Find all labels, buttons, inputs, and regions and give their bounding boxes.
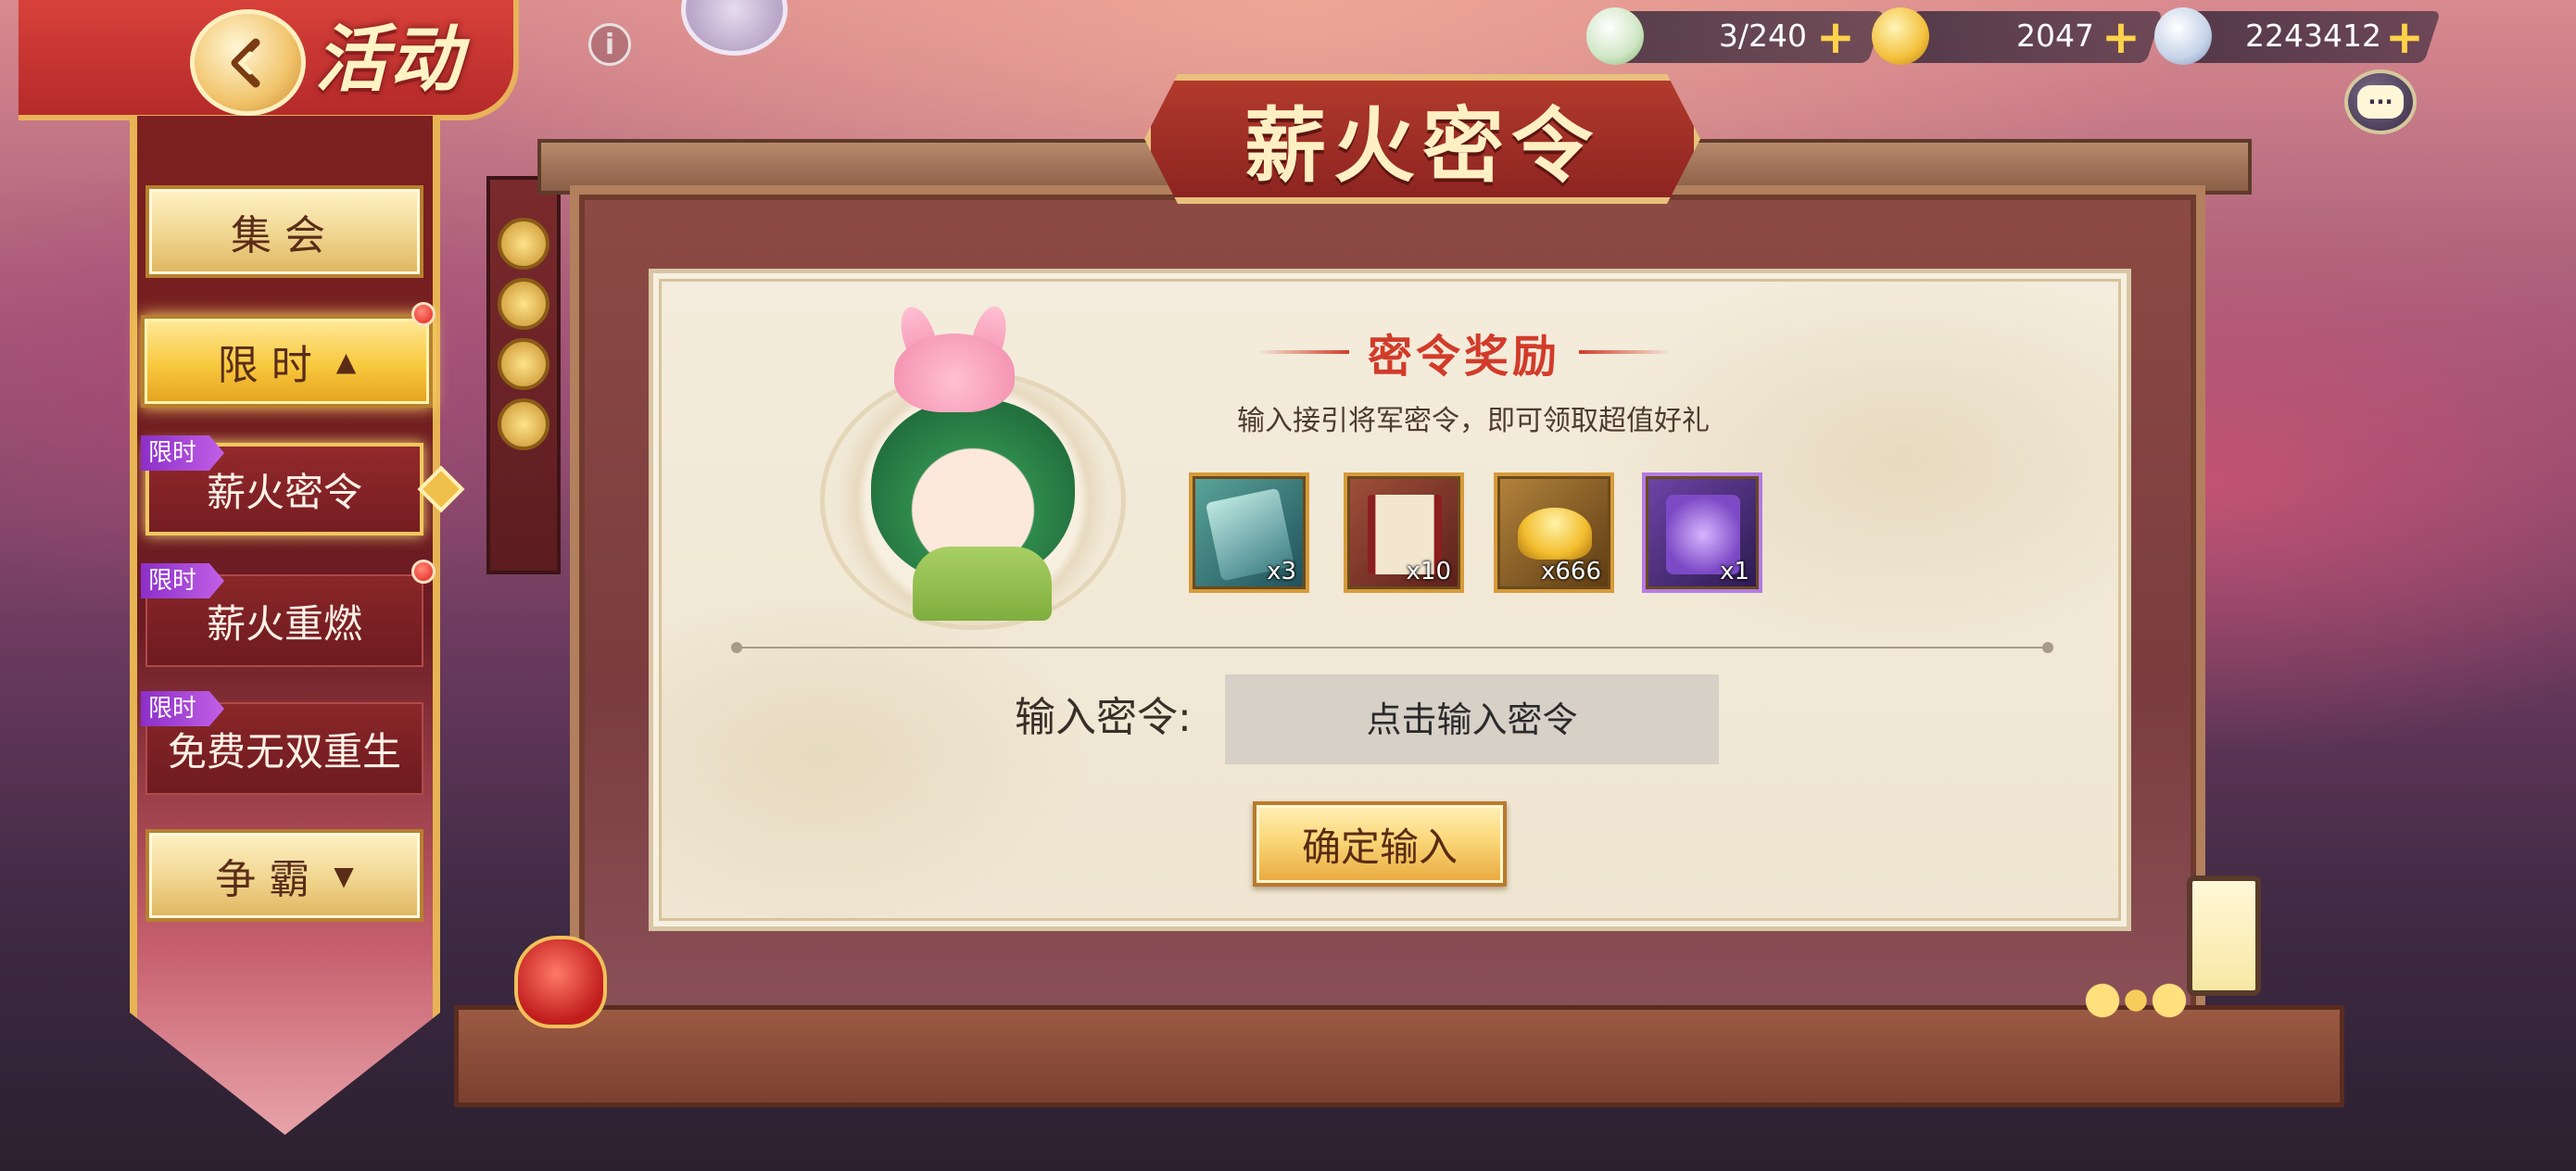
sidebar-item-label: 免费无双重生 — [167, 728, 401, 774]
chat-button[interactable]: ··· — [2344, 69, 2417, 134]
limited-time-badge: 限时 — [141, 435, 224, 471]
tab-gathering[interactable]: 集会 — [145, 185, 423, 278]
character-body — [913, 547, 1052, 621]
coins-pile-icon — [2080, 982, 2191, 1019]
code-label: 输入密令: — [1015, 694, 1192, 741]
reward-item-purple-item[interactable]: x1 — [1642, 472, 1762, 593]
gold-ingot-icon — [1872, 7, 1929, 65]
notification-dot — [411, 560, 436, 584]
reward-quantity: x3 — [1267, 558, 1296, 586]
sidebar-item-label: 薪火重燃 — [206, 600, 362, 647]
limited-time-badge: 限时 — [141, 691, 224, 726]
page-title: 薪火密令 — [1244, 97, 1600, 194]
header-title: 活动 — [315, 19, 464, 102]
title-decoration — [1579, 350, 1672, 354]
currency-bun-value: 3/240 — [1718, 18, 1807, 54]
info-icon[interactable]: i — [588, 23, 631, 66]
coin-icon — [498, 278, 549, 330]
frame-base — [454, 1005, 2344, 1107]
tab-contest[interactable]: 争霸 ▼ — [145, 829, 423, 922]
silver-coin-icon — [2154, 7, 2212, 65]
reward-quantity: x10 — [1406, 558, 1451, 586]
back-button[interactable] — [190, 9, 306, 116]
tab-limited[interactable]: 限时 ▲ — [141, 315, 433, 408]
bun-icon — [1586, 7, 1644, 65]
coin-icon — [498, 338, 549, 390]
reward-quantity: x666 — [1540, 558, 1601, 586]
title-decoration — [1256, 350, 1349, 354]
bunny-icon — [894, 334, 1015, 412]
lucky-bag-icon[interactable] — [514, 936, 607, 1028]
chat-bubble-icon: ··· — [2357, 85, 2404, 119]
add-silver-plus-icon[interactable]: + — [2385, 14, 2424, 60]
sidebar-item-label: 薪火密令 — [206, 469, 362, 515]
gold-ingot-icon — [1518, 508, 1592, 560]
notification-dot — [411, 302, 436, 326]
add-bun-plus-icon[interactable]: + — [1816, 14, 1855, 60]
back-arrow-icon — [231, 38, 259, 87]
reward-description: 输入接引将军密令，即可领取超值好礼 — [1237, 405, 1710, 437]
coin-icon — [498, 398, 549, 450]
tab-limited-label: 限时 — [217, 342, 325, 389]
chevron-down-icon: ▼ — [334, 860, 354, 891]
code-input[interactable] — [1225, 674, 1719, 764]
avatar[interactable] — [681, 0, 788, 56]
tab-gathering-label: 集会 — [231, 212, 338, 259]
reward-quantity: x1 — [1720, 558, 1749, 586]
tab-contest-label: 争霸 — [215, 856, 323, 903]
chevron-up-icon: ▲ — [335, 346, 357, 377]
reward-title: 密令奖励 — [1232, 320, 1696, 384]
title-plaque: 薪火密令 — [1144, 74, 1700, 204]
confirm-button[interactable]: 确定输入 — [1253, 801, 1507, 887]
divider — [731, 642, 2053, 653]
coin-icon — [498, 218, 549, 270]
reward-item-scroll[interactable]: x10 — [1344, 472, 1464, 593]
reward-item-dragon-card[interactable]: x3 — [1189, 472, 1309, 593]
currency-silver-value: 2243412 — [2245, 18, 2381, 54]
reward-title-text: 密令奖励 — [1367, 331, 1560, 383]
currency-gold-value: 2047 — [2016, 18, 2094, 54]
reward-item-gold-ingot[interactable]: x666 — [1494, 472, 1614, 593]
limited-time-badge: 限时 — [141, 563, 224, 598]
add-gold-plus-icon[interactable]: + — [2102, 14, 2140, 60]
lantern-icon — [2187, 875, 2261, 996]
